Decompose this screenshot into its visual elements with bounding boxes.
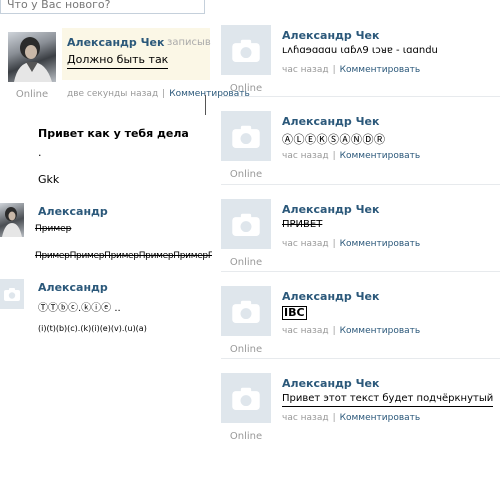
message-heading: Привет как у тебя дела <box>38 127 189 140</box>
message-dot: . <box>38 146 42 159</box>
author-link[interactable]: Александр Чек <box>282 115 379 128</box>
feed-divider <box>221 271 500 272</box>
post-text-2: ПримерПримерПримерПримерПримерПример <box>35 251 212 261</box>
post-text: Привет этот текст будет подчёркнутый <box>282 393 494 407</box>
post-meta: час назад | Комментировать <box>282 413 421 423</box>
post-meta: час назад | Комментировать <box>282 65 421 75</box>
post-time[interactable]: час назад <box>282 151 329 161</box>
feed-divider <box>221 184 500 185</box>
avatar-placeholder[interactable] <box>221 111 271 161</box>
post-text: IBC <box>282 306 307 320</box>
feed-post: Online Александр Чек IBC час назад | Комме… <box>221 283 500 361</box>
online-status: Online <box>229 344 263 355</box>
message-line: Gkk <box>38 173 60 186</box>
post-time[interactable]: час назад <box>282 413 329 423</box>
post-meta: час назад | Комментировать <box>282 151 421 161</box>
author-link[interactable]: Александр Чек <box>282 203 379 216</box>
camera-icon <box>232 387 260 410</box>
post-text: Должно быть так <box>67 53 169 69</box>
compose-input[interactable]: Что у Вас нового? <box>0 0 205 14</box>
author-suffix: записыв <box>167 37 211 48</box>
avatar[interactable] <box>8 32 56 82</box>
post-time[interactable]: час назад <box>282 239 329 249</box>
feed-divider <box>221 358 500 359</box>
comment-link[interactable]: Комментировать <box>340 413 421 423</box>
author-link[interactable]: Александр <box>38 205 108 218</box>
author-link[interactable]: Александр <box>38 281 108 294</box>
post-time[interactable]: час назад <box>282 65 329 75</box>
post-text: ПРИВЕТ <box>282 219 323 230</box>
comment-link[interactable]: Комментировать <box>340 65 421 75</box>
post-meta: час назад | Комментировать <box>282 326 421 336</box>
comment-link[interactable]: Комментировать <box>340 151 421 161</box>
avatar[interactable] <box>0 203 24 237</box>
comment-link[interactable]: Комментировать <box>340 326 421 336</box>
avatar-placeholder[interactable] <box>221 373 271 423</box>
camera-icon <box>232 300 260 323</box>
camera-icon <box>232 39 260 62</box>
feed-post: Online Александр Чек Привет этот текст б… <box>221 370 500 448</box>
online-status: Online <box>229 431 263 442</box>
author-link[interactable]: Александр Чек <box>67 36 164 49</box>
online-status: Online <box>229 169 263 180</box>
feed-post: Online Александр Чек ʟʌɦɑɘɑɑɑu ɩɑɓʌ9 ɩɔᴚ… <box>221 22 500 100</box>
left-post-2: Александр Пример ПримерПримерПримерПриме… <box>0 200 215 270</box>
avatar-placeholder[interactable] <box>221 286 271 336</box>
camera-icon <box>232 213 260 236</box>
comment-link[interactable]: Комментировать <box>340 239 421 249</box>
avatar-placeholder[interactable] <box>221 199 271 249</box>
post-text-1: Пример <box>35 224 72 234</box>
post-text: ⒶⓁⒺⓀⓈⒶⓃⒹⓇ <box>282 133 386 146</box>
feed-post: Online Александр Чек ⒶⓁⒺⓀⓈⒶⓃⒹⓇ час назад… <box>221 108 500 186</box>
camera-icon <box>232 125 260 148</box>
top-post: Online Александр Чек записыв Должно быть… <box>0 28 250 108</box>
camera-icon <box>4 288 20 301</box>
author-link[interactable]: Александр Чек <box>282 290 379 303</box>
feed-divider <box>221 96 500 97</box>
online-status: Online <box>229 257 263 268</box>
post-text-1: ⓉⓉⓑⓒ.ⓚⓘⓔ .. <box>38 303 121 314</box>
avatar-placeholder[interactable] <box>0 279 24 309</box>
author-link[interactable]: Александр Чек <box>282 29 379 42</box>
post-text: ʟʌɦɑɘɑɑɑu ɩɑɓʌ9 ɩɔᴚɐ - ɩɑɑndu <box>282 45 438 56</box>
post-text-2: (i)(t)(b)(c).(k)(i)(e)(v).(u)(a) <box>38 324 147 333</box>
left-post-3: Александр ⓉⓉⓑⓒ.ⓚⓘⓔ .. (i)(t)(b)(c).(k)(i… <box>0 276 215 346</box>
divider <box>205 95 206 115</box>
author-link[interactable]: Александр Чек <box>282 377 379 390</box>
online-status: Online <box>229 83 263 94</box>
post-meta: час назад | Комментировать <box>282 239 421 249</box>
compose-placeholder: Что у Вас нового? <box>7 0 111 11</box>
message-block: Привет как у тебя дела . Gkk <box>38 127 218 186</box>
post-time[interactable]: час назад <box>282 326 329 336</box>
online-status: Online <box>15 89 49 100</box>
avatar-placeholder[interactable] <box>221 25 271 75</box>
feed-post: Online Александр Чек ПРИВЕТ час назад | Ко… <box>221 196 500 274</box>
post-time[interactable]: две секунды назад <box>67 89 158 99</box>
